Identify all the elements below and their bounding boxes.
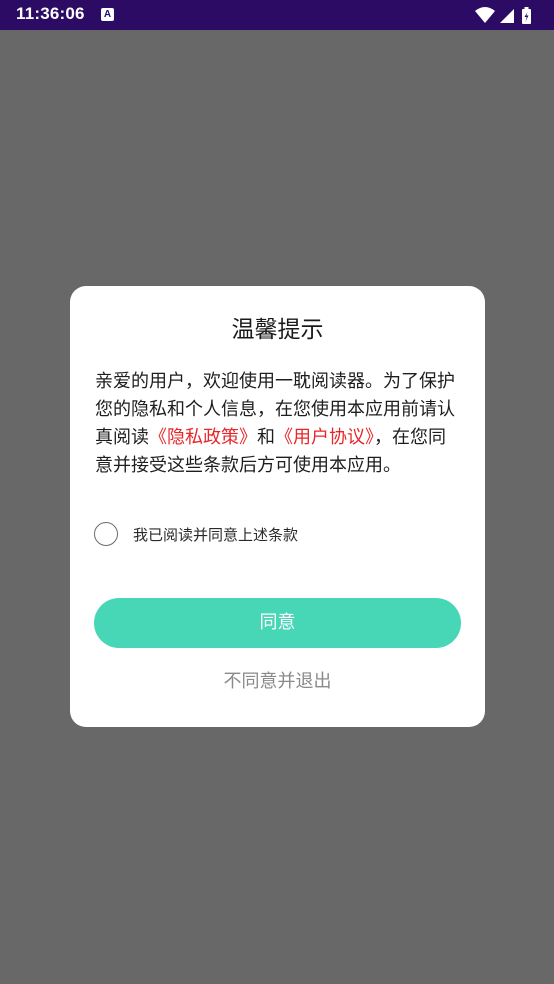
dialog-title: 温馨提示 xyxy=(231,317,324,343)
notification-a-icon: A xyxy=(101,8,114,21)
privacy-dialog: 温馨提示 亲爱的用户，欢迎使用一耽阅读器。为了保护您的隐私和个人信息，在您使用本… xyxy=(70,286,485,727)
consent-row[interactable]: 我已阅读并同意上述条款 xyxy=(94,522,454,550)
consent-radio[interactable] xyxy=(94,522,118,546)
agree-button[interactable]: 同意 xyxy=(94,598,461,648)
consent-label[interactable]: 我已阅读并同意上述条款 xyxy=(133,524,298,545)
battery-icon xyxy=(522,7,531,24)
wifi-icon xyxy=(475,7,495,23)
user-agreement-link[interactable]: 《用户协议》 xyxy=(275,427,374,448)
body-conjunction-text: 和 xyxy=(257,427,275,448)
notification-a-label: A xyxy=(103,9,112,20)
dialog-body: 亲爱的用户，欢迎使用一耽阅读器。为了保护您的隐私和个人信息，在您使用本应用前请认… xyxy=(95,368,460,480)
status-bar: 11:36:06 A xyxy=(0,0,554,30)
status-time: 11:36:06 xyxy=(16,4,85,23)
privacy-policy-link[interactable]: 《隐私政策》 xyxy=(149,427,257,448)
signal-icon xyxy=(500,9,514,23)
status-icons xyxy=(474,6,540,24)
disagree-exit-button[interactable]: 不同意并退出 xyxy=(70,667,485,693)
